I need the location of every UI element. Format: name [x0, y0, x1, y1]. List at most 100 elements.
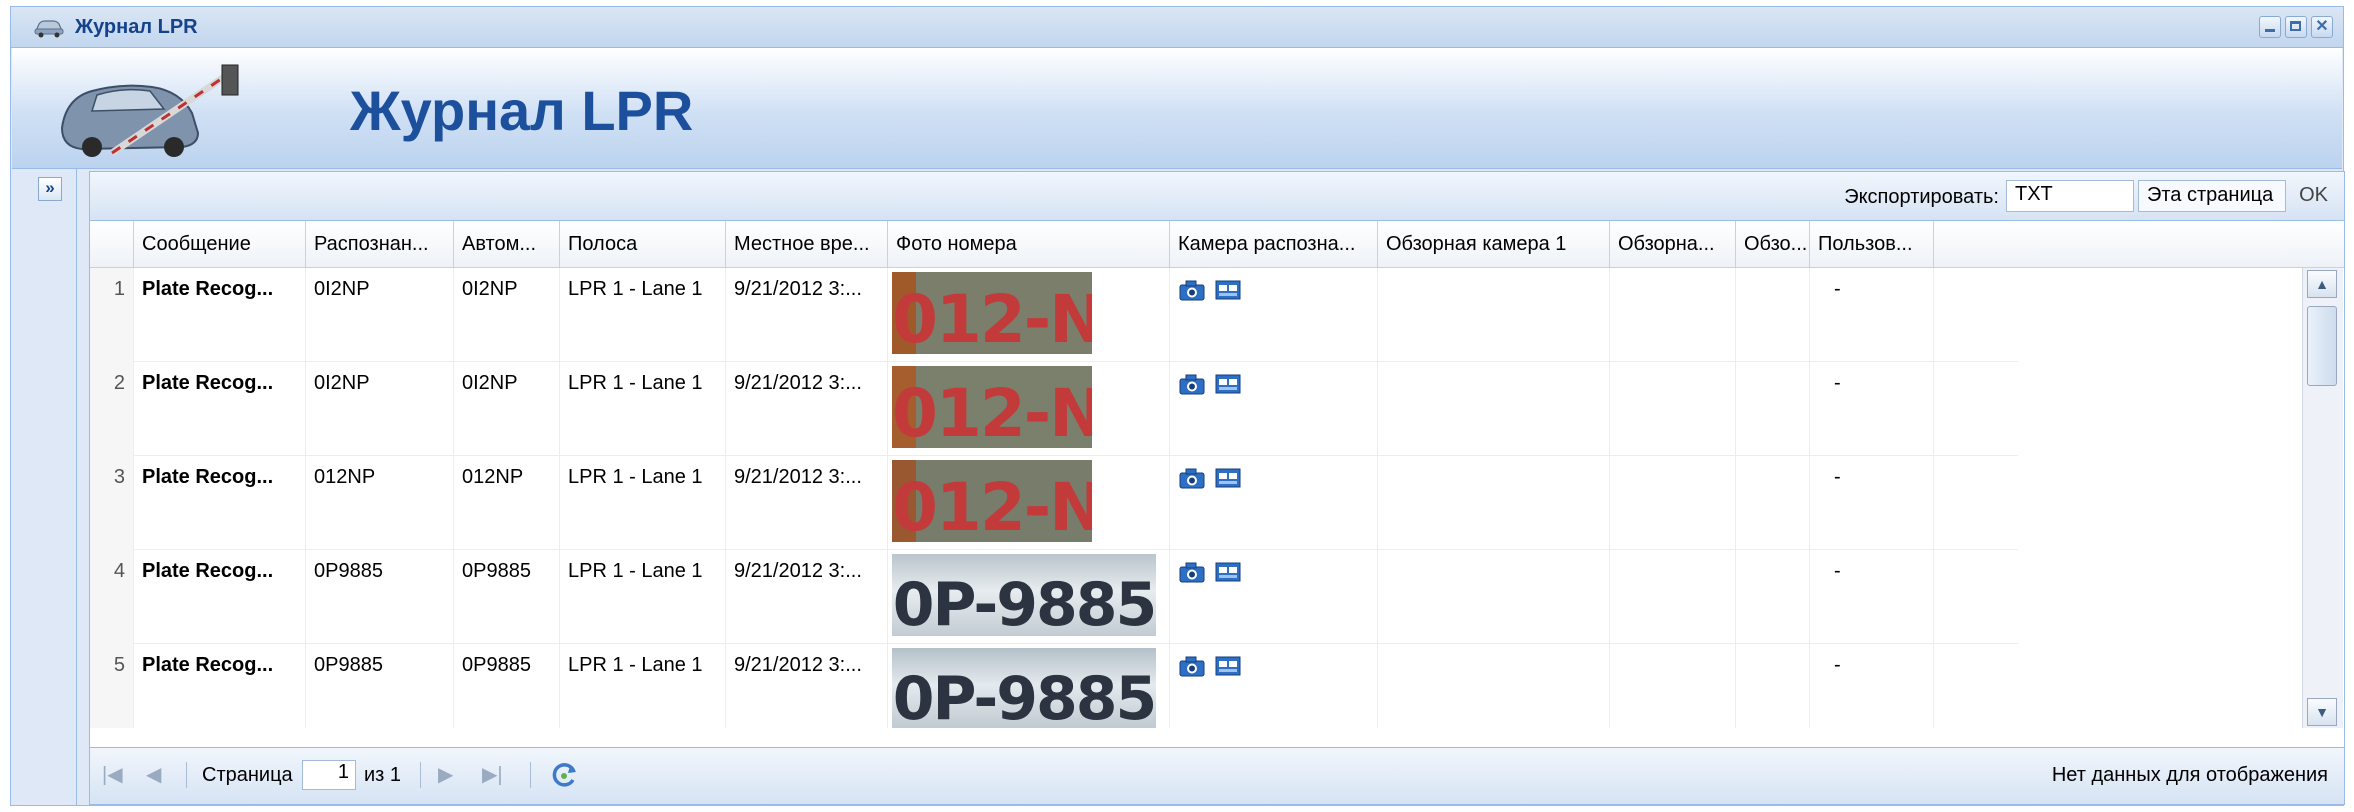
table-row[interactable]: 5 Plate Recog... 0P9885 0P9885 LPR 1 - L… — [90, 644, 2018, 728]
auto-cell: 012NP — [454, 456, 560, 550]
minimize-button[interactable] — [2259, 16, 2281, 38]
camera-icon[interactable] — [1178, 372, 1206, 396]
last-page-icon[interactable]: ▶| — [482, 762, 503, 787]
next-page-icon[interactable]: ▶ — [438, 762, 453, 787]
vertical-scrollbar[interactable]: ▲ ▼ — [2302, 268, 2343, 728]
page-number-input[interactable]: 1 — [302, 760, 356, 790]
lane-cell: LPR 1 - Lane 1 — [560, 268, 726, 362]
time-cell: 9/21/2012 3:... — [726, 362, 888, 456]
plate-text: 0P-9885 — [892, 664, 1156, 728]
message-cell: Plate Recog... — [134, 550, 306, 644]
row-number: 3 — [90, 456, 134, 550]
table-row[interactable]: 4 Plate Recog... 0P9885 0P9885 LPR 1 - L… — [90, 550, 2018, 644]
scroll-up-icon[interactable]: ▲ — [2307, 270, 2337, 298]
auto-cell: 0I2NP — [454, 362, 560, 456]
maximize-button[interactable] — [2285, 16, 2307, 38]
row-number: 2 — [90, 362, 134, 456]
recognition-camera-cell — [1170, 550, 1378, 644]
separator — [186, 762, 187, 788]
camera-icon[interactable] — [1178, 560, 1206, 584]
scroll-thumb[interactable] — [2307, 306, 2337, 386]
window-titlebar[interactable]: Журнал LPR ✕ — [11, 7, 2343, 48]
plate-photo-cell: 0P-9885 — [888, 644, 1170, 728]
column-header-overview-camera-3[interactable]: Обзо... — [1736, 221, 1810, 267]
row-number: 5 — [90, 644, 134, 728]
double-chevron-right-icon[interactable]: » — [38, 177, 62, 201]
recognition-camera-cell — [1170, 644, 1378, 728]
plate-photo-cell: 012-NP — [888, 362, 1170, 456]
plate-photo[interactable]: 0P-9885 — [892, 648, 1156, 728]
window-title: Журнал LPR — [75, 15, 198, 38]
plate-photo-cell: 012-NP — [888, 268, 1170, 362]
plate-photo-cell: 0P-9885 — [888, 550, 1170, 644]
plate-photo-cell: 012-NP — [888, 456, 1170, 550]
column-header-recognition-camera[interactable]: Камера распозна... — [1170, 221, 1378, 267]
column-header-plate-photo[interactable]: Фото номера — [888, 221, 1170, 267]
recognized-cell: 012NP — [306, 456, 454, 550]
recognized-cell: 0I2NP — [306, 268, 454, 362]
plate-text: 012-NP — [892, 469, 1092, 542]
table-row[interactable]: 2 Plate Recog... 0I2NP 0I2NP LPR 1 - Lan… — [90, 362, 2018, 456]
close-button[interactable]: ✕ — [2311, 16, 2333, 38]
message-cell: Plate Recog... — [134, 456, 306, 550]
lpr-journal-window: Журнал LPR ✕ Журнал LPR » Экспортировать… — [10, 6, 2345, 806]
lane-cell: LPR 1 - Lane 1 — [560, 644, 726, 728]
overview-camera-2-cell — [1610, 550, 1736, 644]
export-label: Экспортировать: — [1844, 186, 1999, 208]
auto-cell: 0I2NP — [454, 268, 560, 362]
column-header-recognized[interactable]: Распознан... — [306, 221, 454, 267]
plate-photo[interactable]: 0P-9885 — [892, 554, 1156, 636]
page-count-label: из 1 — [364, 764, 402, 786]
auto-cell: 0P9885 — [454, 644, 560, 728]
recognized-cell: 0P9885 — [306, 550, 454, 644]
camera-icon[interactable] — [1178, 466, 1206, 490]
previous-page-icon[interactable]: ◀ — [146, 762, 161, 787]
film-icon[interactable] — [1214, 372, 1242, 396]
column-header-local-time[interactable]: Местное вре... — [726, 221, 888, 267]
camera-icon[interactable] — [1178, 278, 1206, 302]
column-header-lane[interactable]: Полоса — [560, 221, 726, 267]
window-tools: ✕ — [2259, 16, 2333, 38]
camera-icon[interactable] — [1178, 654, 1206, 678]
table-row[interactable]: 3 Plate Recog... 012NP 012NP LPR 1 - Lan… — [90, 456, 2018, 550]
column-header-message[interactable]: Сообщение — [134, 221, 306, 267]
film-icon[interactable] — [1214, 466, 1242, 490]
user-cell: - — [1810, 362, 1934, 456]
time-cell: 9/21/2012 3:... — [726, 644, 888, 728]
plate-text: 0P-9885 — [892, 570, 1156, 636]
table-row[interactable]: 1 Plate Recog... 0I2NP 0I2NP LPR 1 - Lan… — [90, 268, 2018, 362]
overview-camera-3-cell — [1736, 456, 1810, 550]
car-barrier-logo-icon — [60, 64, 239, 157]
overview-camera-3-cell — [1736, 644, 1810, 728]
scroll-down-icon[interactable]: ▼ — [2307, 698, 2337, 726]
column-header-overview-camera-2[interactable]: Обзорна... — [1610, 221, 1736, 267]
overview-camera-1-cell — [1378, 550, 1610, 644]
film-icon[interactable] — [1214, 278, 1242, 302]
plate-photo[interactable]: 012-NP — [892, 366, 1092, 448]
lane-cell: LPR 1 - Lane 1 — [560, 550, 726, 644]
film-icon[interactable] — [1214, 654, 1242, 678]
column-header-auto[interactable]: Автом... — [454, 221, 560, 267]
time-cell: 9/21/2012 3:... — [726, 268, 888, 362]
first-page-icon[interactable]: |◀ — [102, 762, 123, 787]
row-number: 4 — [90, 550, 134, 644]
export-toolbar: Экспортировать: TXT Эта страница OK — [90, 172, 2344, 221]
export-scope-button[interactable]: Эта страница — [2138, 180, 2286, 212]
export-format-field[interactable]: TXT — [2006, 180, 2134, 212]
recognized-cell: 0P9885 — [306, 644, 454, 728]
column-header-overview-camera-1[interactable]: Обзорная камера 1 — [1378, 221, 1610, 267]
user-cell: - — [1810, 550, 1934, 644]
export-ok-button[interactable]: OK — [2299, 184, 2328, 207]
overview-camera-1-cell — [1378, 456, 1610, 550]
user-cell: - — [1810, 456, 1934, 550]
user-cell: - — [1810, 644, 1934, 728]
column-header-user[interactable]: Пользов... — [1810, 221, 1934, 267]
page-title: Журнал LPR — [350, 79, 694, 142]
film-icon[interactable] — [1214, 560, 1242, 584]
message-cell: Plate Recog... — [134, 644, 306, 728]
overview-camera-1-cell — [1378, 362, 1610, 456]
plate-photo[interactable]: 012-NP — [892, 460, 1092, 542]
refresh-icon[interactable] — [550, 760, 580, 790]
car-icon — [33, 14, 65, 40]
plate-photo[interactable]: 012-NP — [892, 272, 1092, 354]
